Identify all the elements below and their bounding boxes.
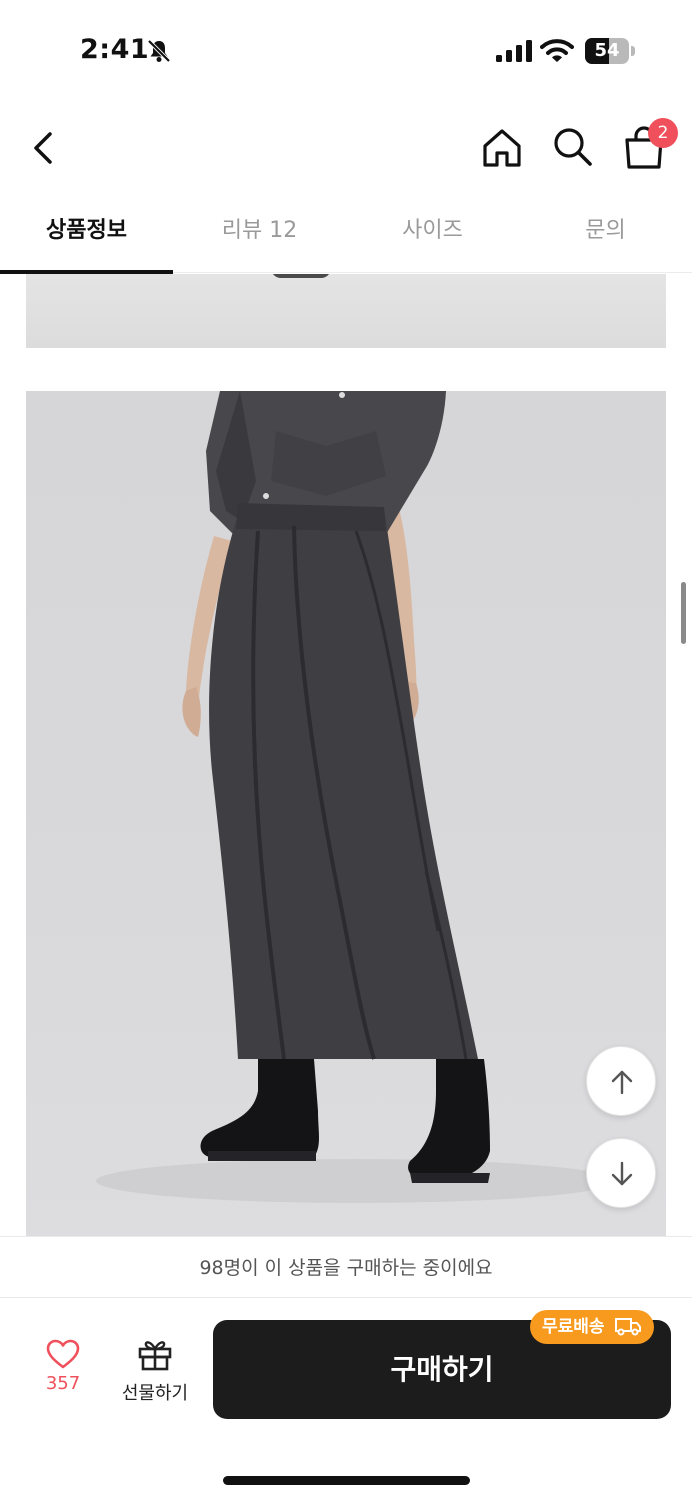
gift-label: 선물하기 <box>121 1383 189 1404</box>
arrow-up-icon <box>611 1070 633 1095</box>
status-time: 2:41 <box>80 34 150 65</box>
outfit-illustration <box>96 391 616 1203</box>
wifi-icon <box>540 39 574 62</box>
delivery-truck-icon <box>615 1317 642 1335</box>
product-tabs: 상품정보 리뷰 12 사이즈 문의 <box>0 195 692 274</box>
free-shipping-badge: 무료배송 <box>530 1310 655 1344</box>
product-photo-top-partial <box>26 274 666 348</box>
tab-reviews[interactable]: 리뷰 12 <box>173 195 346 273</box>
scroll-down-button[interactable] <box>586 1138 656 1208</box>
signal-icon <box>496 40 532 62</box>
purchase-activity-notice: 98명이 이 상품을 구매하는 중이에요 <box>0 1236 692 1298</box>
gift-icon <box>138 1341 172 1371</box>
scroll-up-button[interactable] <box>586 1046 656 1116</box>
cart-count-badge: 2 <box>648 118 678 148</box>
top-nav-bar: 2 <box>0 100 692 195</box>
bell-off-icon <box>147 39 171 63</box>
battery-level: 54 <box>594 40 620 61</box>
status-bar: 2:41 54 <box>0 0 692 100</box>
like-count: 357 <box>45 1373 81 1394</box>
product-photo-skirt-outfit <box>26 391 666 1236</box>
back-icon[interactable] <box>24 126 64 170</box>
battery-icon: 54 <box>585 38 635 64</box>
heart-icon <box>46 1339 80 1369</box>
scroll-indicator[interactable] <box>681 582 686 644</box>
tab-product-info[interactable]: 상품정보 <box>0 195 173 274</box>
free-shipping-label: 무료배송 <box>542 1317 605 1337</box>
like-button[interactable]: 357 <box>30 1339 96 1394</box>
search-icon[interactable] <box>550 124 594 168</box>
home-indicator[interactable] <box>223 1476 470 1485</box>
arrow-down-icon <box>611 1161 633 1186</box>
tab-inquiry[interactable]: 문의 <box>519 195 692 273</box>
bottom-action-bar: 357 선물하기 구매하기 무료배송 <box>0 1299 692 1500</box>
tab-size[interactable]: 사이즈 <box>346 195 519 273</box>
home-icon[interactable] <box>480 126 524 170</box>
gift-button[interactable]: 선물하기 <box>112 1337 198 1405</box>
